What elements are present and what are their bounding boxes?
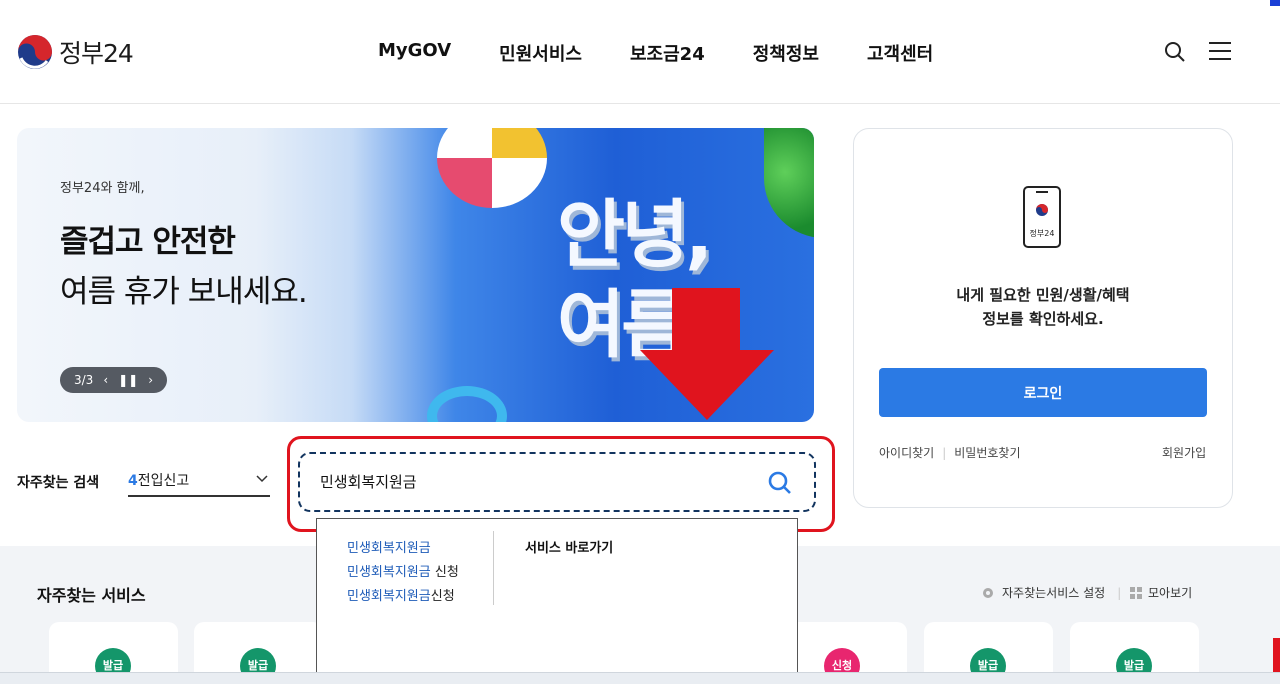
nav-mygov[interactable]: MyGOV — [378, 40, 451, 66]
settings-label: 자주찾는서비스 설정 — [1002, 586, 1106, 600]
autocomplete-divider — [493, 531, 494, 605]
popular-search-label: 자주찾는 검색 — [17, 475, 100, 491]
site-header: 정부24 MyGOV 민원서비스 보조금24 정책정보 고객센터 — [0, 0, 1280, 104]
search-autocomplete: 민생회복지원금 민생회복지원금 신청 민생회복지원금신청 서비스 바로가기 — [316, 518, 798, 684]
pager-count: 3/3 — [74, 373, 94, 387]
popular-search-select[interactable]: 4전입신고 — [128, 470, 270, 497]
account-links: 아이디찾기 | 비밀번호찾기 — [879, 446, 1021, 460]
gear-icon — [983, 587, 993, 598]
pause-icon[interactable]: ❚❚ — [118, 373, 138, 387]
chevron-down-icon — [256, 475, 268, 483]
banner-subtitle: 정부24와 함께, — [60, 181, 145, 196]
search-box — [298, 452, 816, 512]
float-ring-image — [427, 386, 507, 422]
login-message-line1: 내게 필요한 민원/생활/혜택 — [956, 286, 1130, 304]
login-message-line2: 정보를 확인하세요. — [982, 310, 1104, 328]
hamburger-menu-icon[interactable] — [1209, 42, 1231, 62]
join-link[interactable]: 회원가입 — [1162, 444, 1206, 461]
suggestion-match: 민생회복지원금 — [347, 541, 431, 556]
prev-slide-icon[interactable]: ‹ — [103, 373, 108, 387]
suggestion-match: 민생회복지원금 — [347, 589, 431, 604]
beach-ball-image — [437, 128, 547, 208]
find-password-link[interactable]: 비밀번호찾기 — [954, 446, 1020, 460]
view-all-button[interactable]: 모아보기 — [1130, 584, 1192, 601]
pool-text-line1: 안녕, — [557, 192, 713, 278]
popular-term: 전입신고 — [137, 473, 190, 489]
nav-policy-info[interactable]: 정책정보 — [753, 40, 819, 66]
taskbar-strip — [0, 672, 1280, 684]
popular-rank: 4 — [128, 473, 138, 489]
login-card: 정부24 내게 필요한 민원/생활/혜택 정보를 확인하세요. 로그인 아이디찾… — [853, 128, 1233, 508]
search-input[interactable] — [320, 472, 740, 490]
nav-customer-center[interactable]: 고객센터 — [867, 40, 933, 66]
suggestion-item[interactable]: 민생회복지원금신청 — [347, 585, 459, 609]
frequent-services-settings[interactable]: 자주찾는서비스 설정 | — [980, 584, 1121, 601]
taegeuk-small-icon — [1036, 204, 1048, 216]
search-icon[interactable] — [1163, 40, 1187, 64]
suggestion-item[interactable]: 민생회복지원금 — [347, 537, 459, 561]
nav-civil-services[interactable]: 민원서비스 — [499, 40, 582, 66]
taegeuk-icon — [18, 35, 52, 69]
red-arrow-annotation — [640, 288, 774, 420]
suggestion-list: 민생회복지원금 민생회복지원금 신청 민생회복지원금신청 — [347, 537, 459, 609]
gov24-logo[interactable]: 정부24 — [17, 34, 134, 70]
logo-text: 정부24 — [59, 39, 134, 68]
phone-app-label: 정부24 — [1029, 229, 1055, 238]
window-corner — [1270, 0, 1280, 6]
grid-icon — [1130, 586, 1142, 599]
suggestion-item[interactable]: 민생회복지원금 신청 — [347, 561, 459, 585]
login-message: 내게 필요한 민원/생활/혜택 정보를 확인하세요. — [854, 283, 1232, 331]
login-button[interactable]: 로그인 — [879, 368, 1207, 417]
find-id-link[interactable]: 아이디찾기 — [879, 446, 934, 460]
next-slide-icon[interactable]: › — [148, 373, 153, 387]
main-nav: MyGOV 민원서비스 보조금24 정책정보 고객센터 — [378, 40, 981, 66]
service-shortcut-heading: 서비스 바로가기 — [525, 541, 614, 556]
banner-title-line1: 즐겁고 안전한 — [60, 224, 236, 260]
search-icon[interactable] — [767, 470, 793, 496]
suggestion-rest: 신청 — [430, 589, 455, 604]
mobile-phone-icon: 정부24 — [1023, 186, 1061, 248]
banner-pager: 3/3 ‹ ❚❚ › — [60, 367, 167, 393]
view-all-label: 모아보기 — [1148, 586, 1193, 600]
page: 정부24 MyGOV 민원서비스 보조금24 정책정보 고객센터 정부24와 함… — [0, 0, 1280, 684]
palm-leaf-image — [764, 128, 814, 238]
suggestion-rest: 신청 — [430, 565, 459, 580]
frequent-services-title: 자주찾는 서비스 — [37, 586, 146, 605]
nav-subsidy24[interactable]: 보조금24 — [630, 40, 705, 66]
banner-title-line2: 여름 휴가 보내세요. — [60, 274, 308, 310]
suggestion-match: 민생회복지원금 — [347, 565, 431, 580]
